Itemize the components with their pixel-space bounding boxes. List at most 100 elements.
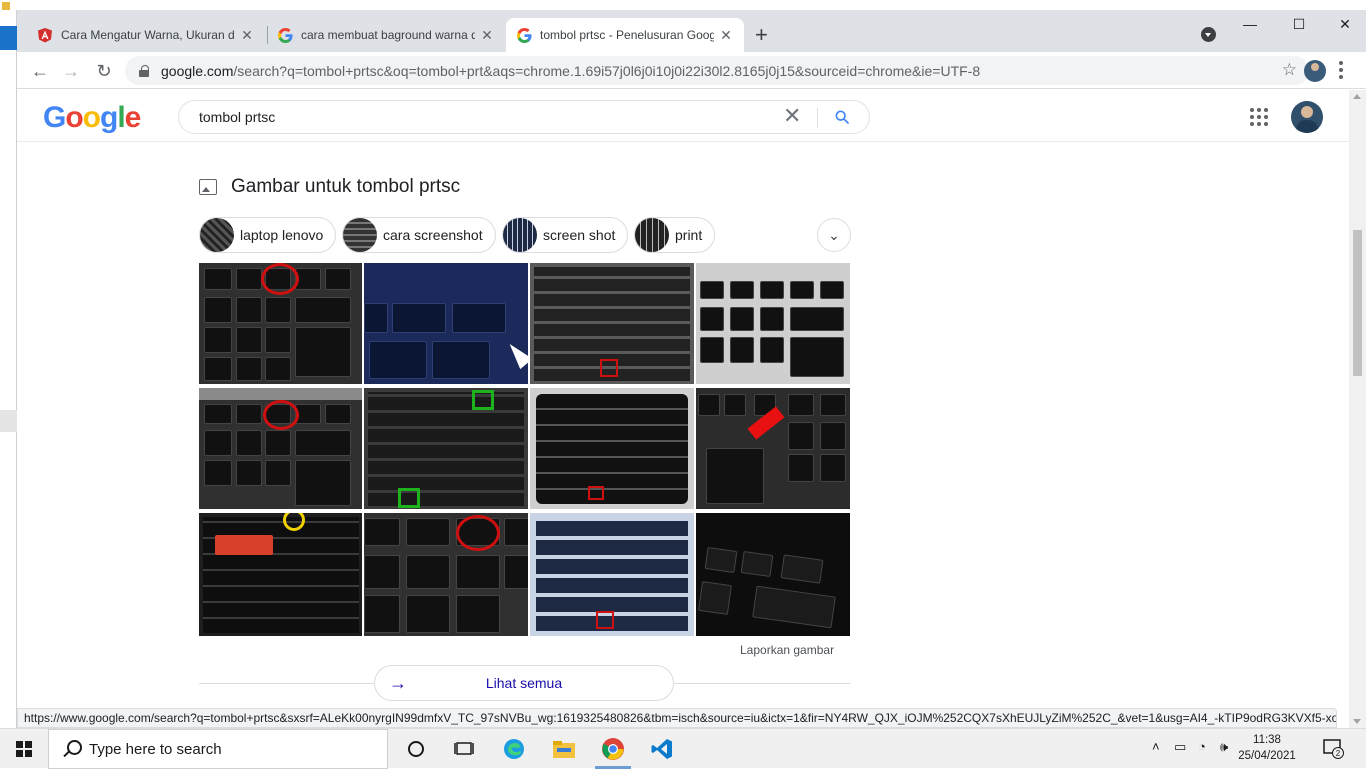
taskbar-clock[interactable]: 11:38 25/04/2021 [1238, 732, 1296, 764]
close-tab-icon[interactable]: ✕ [479, 27, 495, 44]
scroll-up-icon[interactable] [1353, 94, 1361, 99]
status-bar-url: https://www.google.com/search?q=tombol+p… [17, 708, 1337, 728]
search-divider [817, 108, 818, 128]
url-text[interactable]: google.com/search?q=tombol+prtsc&oq=tomb… [161, 63, 1241, 79]
scroll-down-icon[interactable] [1353, 719, 1361, 724]
image-result[interactable] [364, 513, 528, 636]
image-result[interactable] [199, 388, 362, 509]
chip-label: cara screenshot [383, 227, 483, 243]
close-tab-icon[interactable]: ✕ [239, 27, 255, 44]
image-result[interactable] [696, 513, 850, 636]
chip-thumbnail [635, 218, 669, 252]
forward-icon[interactable]: → [60, 60, 82, 82]
lock-icon [139, 64, 149, 77]
chrome-window: Cara Mengatur Warna, Ukuran dan ✕ cara m… [17, 10, 1366, 728]
logo-letter: e [124, 101, 142, 134]
tab-title: Cara Mengatur Warna, Ukuran dan [61, 28, 235, 42]
google-header: Google tombol prtsc ✕ [17, 90, 1349, 142]
reload-icon[interactable]: ↻ [93, 60, 115, 82]
search-icon [63, 740, 82, 758]
tab-baground[interactable]: cara membuat baground warna di ✕ [267, 18, 505, 52]
google-apps-icon[interactable] [1250, 108, 1268, 126]
google-logo[interactable]: Google [43, 101, 142, 134]
chevron-up-icon[interactable]: ˄ [1152, 739, 1160, 754]
close-tab-icon[interactable]: ✕ [718, 27, 734, 44]
bookmark-star-icon[interactable]: ☆ [1282, 60, 1297, 80]
battery-icon[interactable]: ▭ [1174, 739, 1186, 755]
logo-letter: o [82, 101, 101, 134]
chip-thumbnail [343, 218, 377, 252]
chip-label: laptop lenovo [240, 227, 324, 243]
windows-logo-icon [16, 741, 32, 757]
clear-search-icon[interactable]: ✕ [783, 105, 801, 127]
edge-icon[interactable] [490, 729, 538, 769]
scrollbar-thumb[interactable] [1353, 230, 1362, 376]
chip-laptop-lenovo[interactable]: laptop lenovo [199, 217, 337, 253]
images-section-header: Gambar untuk tombol prtsc [199, 176, 460, 198]
image-result[interactable] [530, 263, 694, 384]
volume-icon[interactable]: 🕪 [1220, 739, 1228, 755]
page-scrollbar[interactable] [1349, 90, 1366, 728]
image-result[interactable] [530, 513, 694, 636]
image-result[interactable] [364, 263, 528, 384]
google-icon [516, 27, 532, 43]
clock-date: 25/04/2021 [1238, 750, 1296, 762]
file-explorer-icon[interactable] [540, 729, 588, 769]
image-result[interactable] [696, 263, 850, 384]
chip-label: print [675, 227, 703, 243]
start-button[interactable] [0, 729, 48, 769]
clock-time: 11:38 [1253, 734, 1281, 746]
search-query[interactable]: tombol prtsc [199, 109, 275, 125]
new-tab-button[interactable]: + [755, 24, 768, 46]
tab-title: cara membuat baground warna di [301, 28, 475, 42]
taskbar-search-placeholder: Type here to search [89, 740, 222, 758]
images-section-title[interactable]: Gambar untuk tombol prtsc [231, 176, 460, 198]
image-result[interactable] [696, 388, 850, 509]
image-result[interactable] [530, 388, 694, 509]
logo-letter: l [117, 101, 125, 134]
maximize-button[interactable]: ☐ [1276, 16, 1322, 36]
chip-thumbnail [503, 218, 537, 252]
arrow-right-icon: → [389, 673, 407, 693]
address-bar[interactable]: google.com/search?q=tombol+prtsc&oq=tomb… [125, 56, 1309, 85]
vscode-icon[interactable] [638, 729, 686, 769]
account-avatar[interactable] [1291, 101, 1323, 133]
notification-center-icon[interactable]: 2 [1322, 737, 1344, 759]
see-all-label: Lihat semua [485, 675, 563, 691]
folder-icon [2, 2, 10, 10]
wifi-icon[interactable]: ◔ [1198, 739, 1206, 754]
image-result[interactable] [364, 388, 528, 509]
tab-title: tombol prtsc - Penelusuran Goog [540, 28, 714, 42]
tab-strip: Cara Mengatur Warna, Ukuran dan ✕ cara m… [17, 10, 1366, 52]
profile-avatar[interactable] [1304, 60, 1326, 82]
minimize-button[interactable]: — [1227, 16, 1273, 36]
back-icon[interactable]: ← [29, 60, 51, 82]
chip-screen-shot[interactable]: screen shot [502, 217, 629, 253]
angular-icon [37, 27, 53, 43]
chevron-down-icon[interactable]: ⌄ [817, 218, 851, 252]
close-window-button[interactable]: ✕ [1322, 16, 1366, 36]
logo-letter: G [43, 101, 66, 134]
image-result[interactable] [199, 263, 362, 384]
search-icon[interactable] [834, 109, 850, 125]
chrome-taskbar-icon[interactable] [589, 729, 637, 769]
tab-tombol-prtsc[interactable]: tombol prtsc - Penelusuran Goog ✕ [506, 18, 744, 52]
chip-print[interactable]: print [634, 217, 716, 253]
chip-cara-screenshot[interactable]: cara screenshot [342, 217, 496, 253]
task-view-icon[interactable] [440, 729, 488, 769]
search-box[interactable]: tombol prtsc ✕ [178, 100, 870, 134]
see-all-button[interactable]: → Lihat semua [374, 665, 674, 701]
browser-toolbar: ← → ↻ google.com/search?q=tombol+prtsc&o… [17, 52, 1366, 89]
report-images-link[interactable]: Laporkan gambar [740, 643, 834, 657]
chip-thumbnail [200, 218, 234, 252]
image-result[interactable] [199, 513, 362, 636]
taskbar-search[interactable]: Type here to search [48, 729, 388, 769]
tab-search-icon[interactable] [1201, 27, 1216, 42]
tab-angular[interactable]: Cara Mengatur Warna, Ukuran dan ✕ [27, 18, 265, 52]
image-icon [199, 179, 217, 195]
windows-taskbar: Type here to search ˄ ▭ ◔ 🕪 11:38 25/04/2… [0, 728, 1366, 769]
google-icon [277, 27, 293, 43]
logo-letter: o [65, 101, 83, 134]
more-menu-icon[interactable] [1339, 61, 1343, 81]
cortana-icon[interactable] [392, 729, 440, 769]
